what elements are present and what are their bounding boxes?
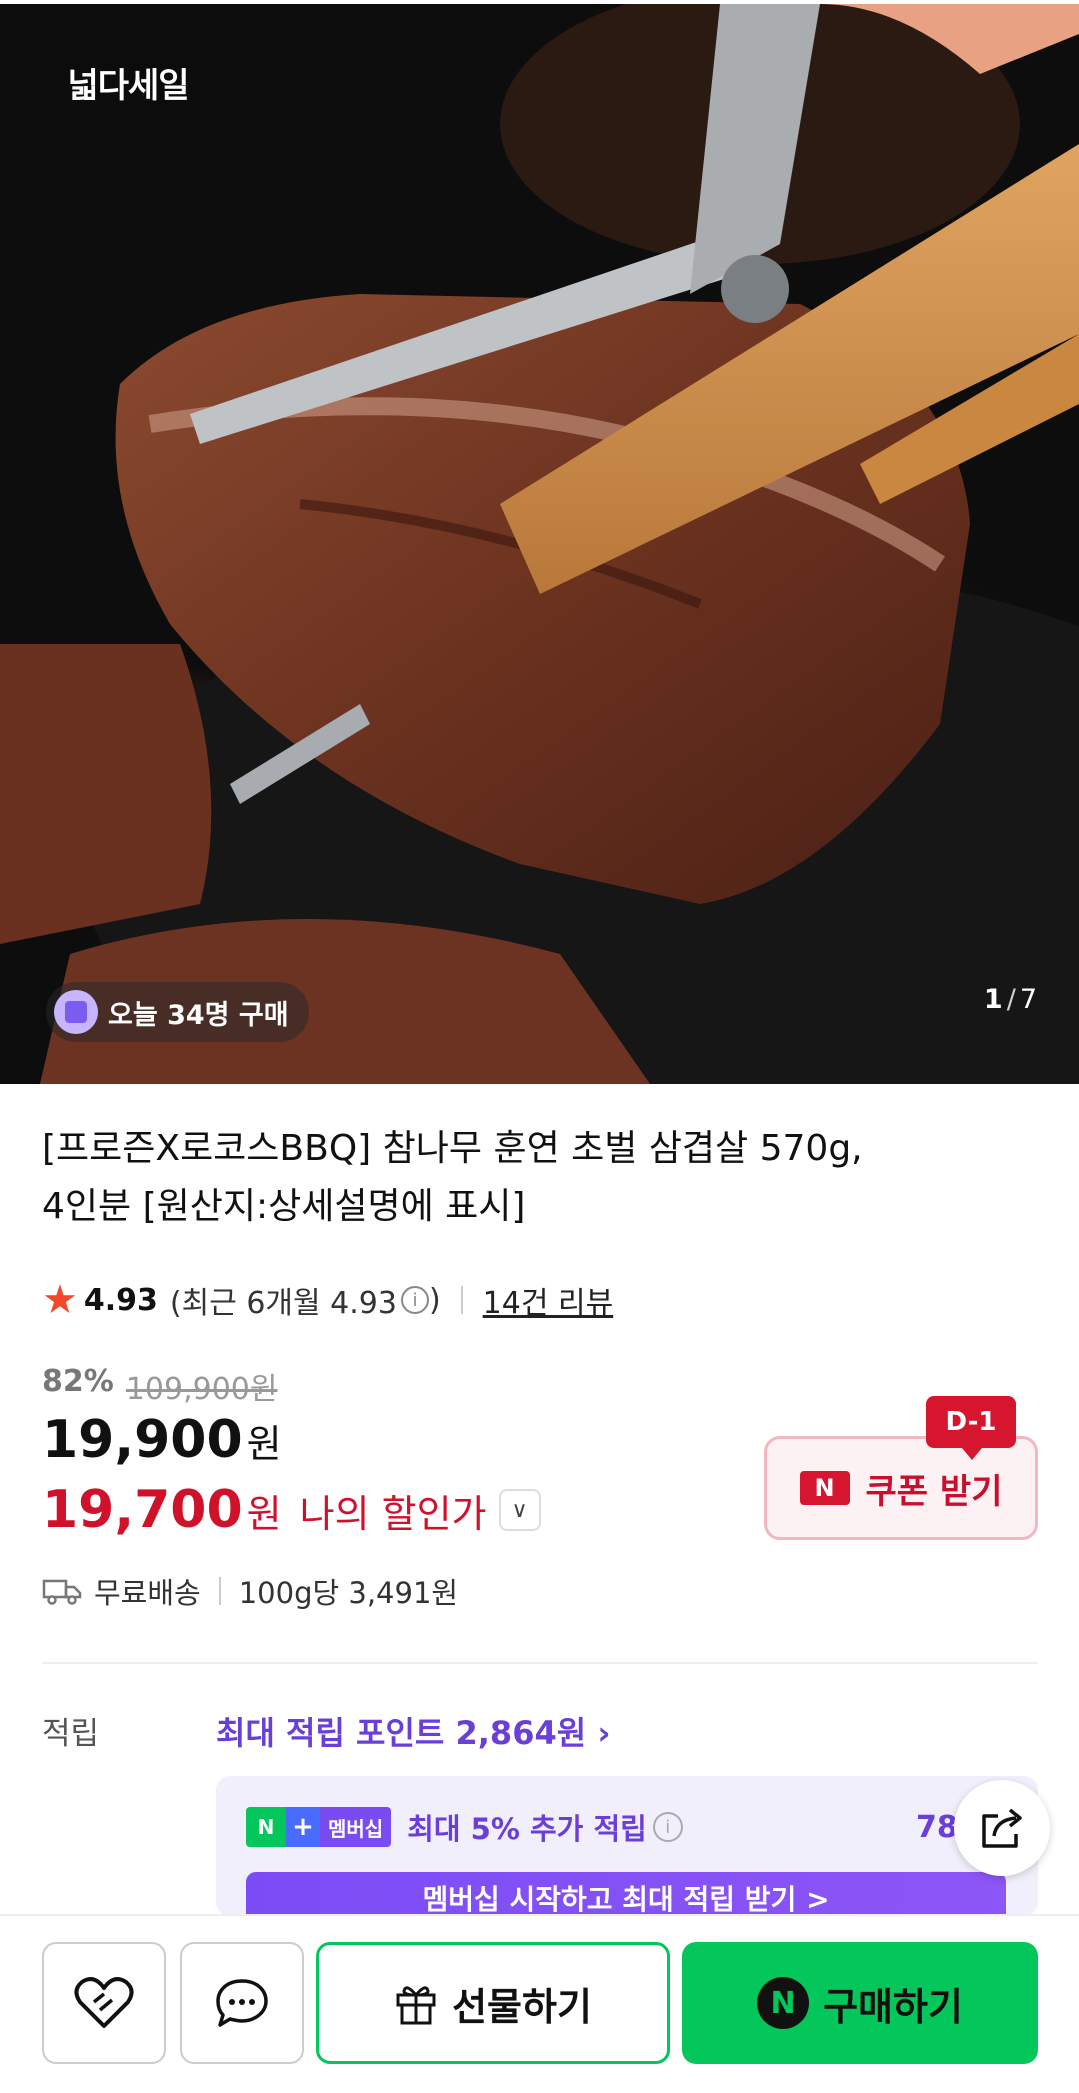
coupon-deadline-badge: D-1 [926,1396,1016,1460]
discount-row: 82% 109,900원 [42,1364,277,1408]
unit-price: 100g당 3,491원 [238,1576,459,1610]
info-icon[interactable]: i [400,1286,429,1314]
chevron-down-icon[interactable]: ∨ [498,1489,541,1531]
bottom-action-bar: 선물하기 N 구매하기 [0,1914,1079,2093]
chevron-right-icon: › [597,1714,611,1752]
heart-icon [74,1977,134,2028]
product-page: 넓다세일 오늘 34명 구매 1/7 [프로즌X로코스BBQ] 참나무 훈연 초… [0,0,1079,2093]
buy-label: 구매하기 [823,1984,963,2029]
star-icon: ★ [42,1277,78,1323]
membership-badge-text: 멤버십 [320,1807,392,1847]
coupon-button[interactable]: N 쿠폰 받기 [764,1436,1038,1540]
shipping-row: 무료배송 100g당 3,491원 [42,1570,458,1612]
info-icon[interactable]: i [652,1812,683,1842]
gift-icon [396,1986,436,2025]
today-buyers-text: 오늘 34명 구매 [108,999,289,1031]
today-buyers-badge: 오늘 34명 구매 [46,982,309,1042]
rating-score: 4.93 [83,1282,158,1318]
gift-label: 선물하기 [452,1984,592,2029]
naver-plus-membership-badge: N + 멤버십 [246,1807,392,1847]
chat-bubble-icon [216,1979,268,2027]
naver-n-icon: N [246,1807,286,1847]
buy-button[interactable]: N 구매하기 [682,1942,1038,2064]
shipping-text: 무료배송 [94,1576,201,1610]
membership-amount: 78 [916,1810,958,1845]
naver-pay-n-icon: N [757,1977,810,2029]
wishlist-button[interactable] [42,1942,166,2064]
membership-text: 최대 5% 추가 적립 [407,1812,647,1846]
my-price-unit: 원 [246,1492,282,1536]
membership-row: N + 멤버십 최대 5% 추가 적립 i [246,1806,683,1848]
product-title-line1: [프로즌X로코스BBQ] 참나무 훈연 초벌 삼겹살 570g, [42,1128,863,1169]
grilled-pork-photo [0,4,1079,1084]
rating-recent: (최근 6개월 4.93 [169,1286,397,1321]
divider [218,1577,221,1605]
coupon-label: 쿠폰 받기 [865,1471,1003,1512]
plus-icon: + [286,1807,320,1847]
product-title-line2: 4인분 [원산지:상세설명에 표시] [42,1186,526,1227]
talk-button[interactable] [180,1942,304,2064]
sale-price: 19,900 원 [42,1410,282,1470]
section-divider [42,1662,1038,1664]
my-price-label: 나의 할인가 [299,1492,487,1536]
review-count-link[interactable]: 14건 리뷰 [483,1278,614,1322]
truck-icon [42,1579,82,1605]
my-price-value: 19,700 [42,1480,243,1540]
share-button[interactable] [954,1780,1050,1876]
rating-row: ★ 4.93 (최근 6개월 4.93 i ) 14건 리뷰 [42,1278,613,1322]
original-price: 109,900원 [125,1372,278,1407]
product-title: [프로즌X로코스BBQ] 참나무 훈연 초벌 삼겹살 570g, 4인분 [원산… [42,1120,1042,1236]
naver-n-icon: N [799,1471,850,1505]
image-index: 1 [983,984,1003,1015]
membership-box: N + 멤버십 최대 5% 추가 적립 i 78 멤버십 시작하고 최대 적립 … [216,1776,1038,1916]
membership-start-button[interactable]: 멤버십 시작하고 최대 적립 받기 > [246,1872,1006,1916]
gift-button[interactable]: 선물하기 [316,1942,670,2064]
max-reward-link[interactable]: 최대 적립 포인트 2,864원 › [216,1708,611,1754]
discount-percent: 82% [42,1364,114,1399]
my-discount-price[interactable]: 19,700 원 나의 할인가 ∨ [42,1480,541,1540]
product-image-carousel[interactable]: 넓다세일 오늘 34명 구매 1/7 [0,4,1079,1084]
image-counter: 1/7 [983,984,1037,1015]
shopping-bag-icon [54,990,98,1034]
share-icon [982,1808,1022,1848]
reward-label: 적립 [42,1716,100,1752]
rating-recent-close: ) [428,1282,441,1318]
sale-price-value: 19,900 [42,1410,243,1470]
max-reward-text: 최대 적립 포인트 2,864원 [216,1714,587,1752]
sale-price-unit: 원 [246,1422,282,1466]
image-total: 7 [1019,984,1037,1015]
brand-sale-badge: 넓다세일 [42,48,214,116]
divider [460,1286,463,1314]
